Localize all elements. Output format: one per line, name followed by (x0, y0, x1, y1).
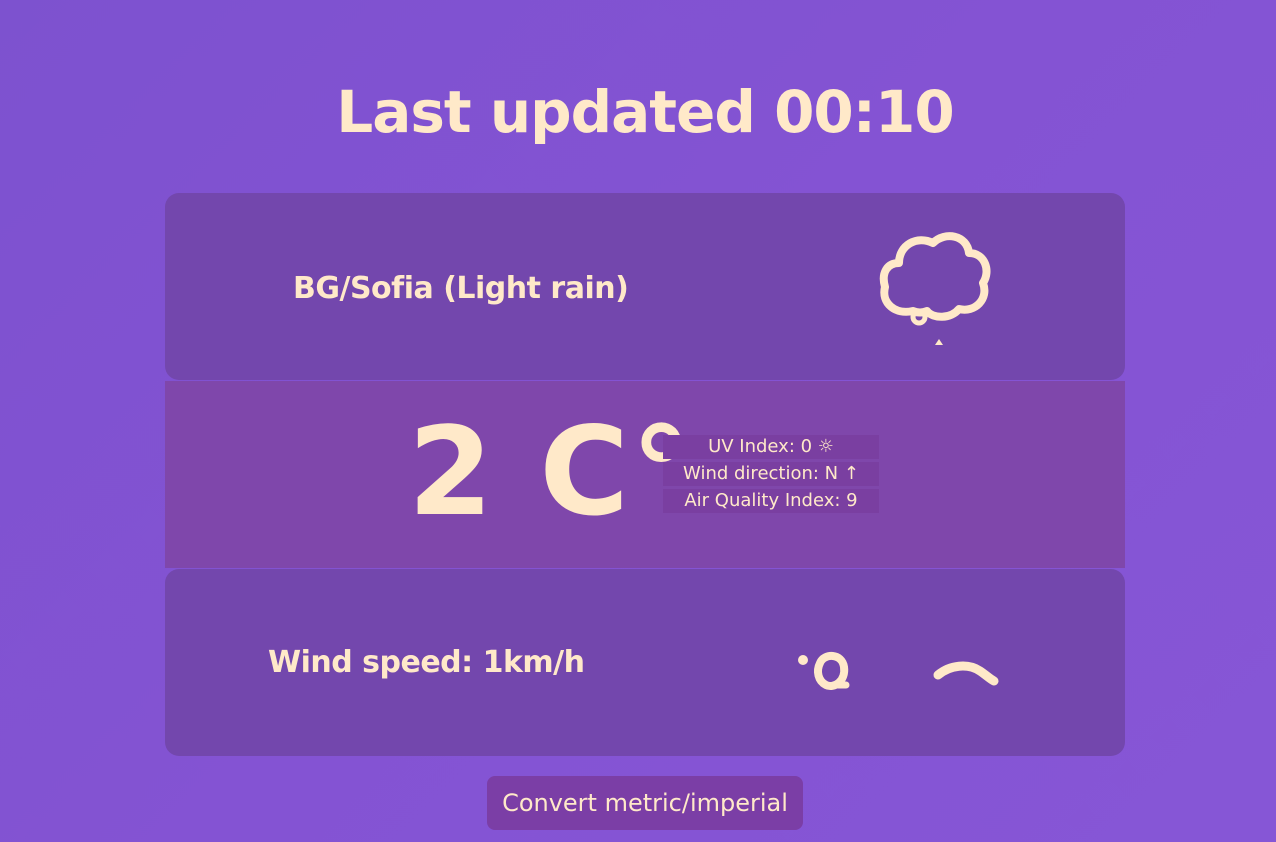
air-quality-index: Air Quality Index: 9 (663, 489, 879, 513)
wind-direction: Wind direction: N ↑ (663, 462, 879, 486)
wind-speed-label: Wind speed: 1km/h (268, 645, 585, 680)
wind-card: Wind speed: 1km/h (165, 569, 1125, 756)
wind-icon (798, 652, 999, 690)
uv-index: UV Index: 0 ☼ (663, 435, 879, 459)
convert-units-button[interactable]: Convert metric/imperial (487, 776, 803, 830)
location-label: BG/Sofia (Light rain) (293, 271, 629, 306)
temperature-value: 2 C° (408, 401, 694, 543)
location-card: BG/Sofia (Light rain) (165, 193, 1125, 380)
weather-details: UV Index: 0 ☼ Wind direction: N ↑ Air Qu… (663, 435, 879, 516)
cloud-rain-icon (879, 232, 991, 345)
page-title: Last updated 00:10 (336, 78, 954, 146)
temperature-card: 2 C° UV Index: 0 ☼ Wind direction: N ↑ A… (165, 381, 1125, 568)
